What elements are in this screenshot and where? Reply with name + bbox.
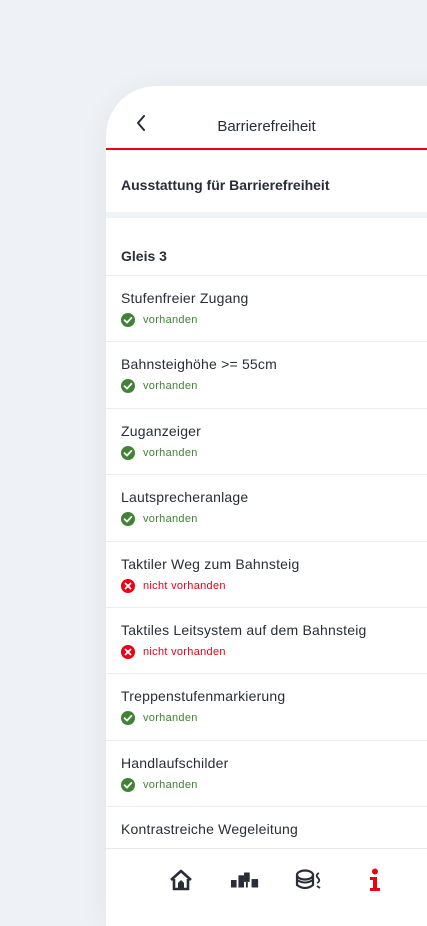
phone-frame: Barrierefreiheit Ausstattung für Barrier… — [106, 86, 427, 926]
info-icon — [370, 868, 380, 891]
item-label: Handlaufschilder — [121, 754, 229, 771]
list-item: Taktiler Weg zum Bahnsteig nicht vorhande… — [106, 542, 427, 608]
section-title: Ausstattung für Barrierefreiheit — [121, 177, 330, 193]
check-circle-icon — [121, 711, 135, 726]
list-item: Treppenstufenmarkierung vorhanden — [106, 674, 427, 741]
item-label: Taktiles Leitsystem auf dem Bahnsteig — [121, 621, 367, 638]
status-text: vorhanden — [143, 778, 198, 791]
item-label: Taktiler Weg zum Bahnsteig — [121, 555, 300, 572]
nav-home-button[interactable] — [166, 865, 196, 895]
list-item: Bahnsteighöhe >= 55cm vorhanden — [106, 342, 427, 409]
check-circle-icon — [121, 379, 135, 394]
home-icon — [170, 869, 192, 891]
item-label: Treppenstufenmarkierung — [121, 688, 286, 705]
item-label: Zuganzeiger — [121, 422, 202, 439]
status-text: vorhanden — [143, 380, 198, 393]
check-circle-icon — [121, 512, 135, 527]
status-text: vorhanden — [143, 712, 198, 725]
status-text: nicht vorhanden — [143, 579, 226, 592]
check-circle-icon — [121, 313, 135, 327]
status-indicator: vorhanden — [121, 711, 427, 726]
check-circle-icon — [121, 445, 135, 460]
status-indicator: vorhanden — [121, 379, 427, 394]
item-label: Lautsprecheranlage — [121, 489, 249, 506]
nav-info-button[interactable] — [360, 865, 390, 895]
page-title: Barrierefreiheit — [217, 118, 316, 135]
app-header: Barrierefreiheit — [106, 86, 427, 150]
status-indicator: vorhanden — [121, 777, 427, 792]
status-text: vorhanden — [143, 446, 198, 459]
item-label: Bahnsteighöhe >= 55cm — [121, 356, 277, 373]
list-item: Handlaufschilder vorhanden — [106, 741, 427, 808]
list-item: Taktiles Leitsystem auf dem Bahnsteig nic… — [106, 608, 427, 675]
status-text: vorhanden — [143, 513, 198, 526]
status-text: vorhanden — [143, 314, 198, 326]
status-indicator: vorhanden — [121, 512, 427, 527]
status-indicator: vorhanden — [121, 313, 427, 327]
status-text: nicht vorhanden — [143, 645, 226, 658]
list-item: Lautsprecheranlage vorhanden — [106, 475, 427, 542]
item-label: Kontrastreiche Wegeleitung — [121, 821, 298, 838]
station-icon — [230, 872, 259, 888]
status-indicator: nicht vorhanden — [121, 644, 427, 659]
cross-circle-icon — [121, 578, 135, 593]
nav-station-button[interactable] — [230, 865, 260, 895]
nav-travel-center-button[interactable] — [294, 865, 324, 895]
status-indicator: vorhanden — [121, 445, 427, 460]
list-item: Zuganzeiger vorhanden — [106, 409, 427, 476]
item-label: Stufenfreier Zugang — [121, 290, 249, 306]
accessibility-list: Stufenfreier Zugang vorhanden Bahnsteighöh… — [106, 276, 427, 874]
status-indicator: nicht vorhanden — [121, 578, 427, 593]
check-circle-icon — [121, 777, 135, 792]
list-item: Stufenfreier Zugang vorhanden — [106, 276, 427, 343]
platform-title: Gleis 3 — [106, 218, 427, 276]
bottom-navigation — [106, 848, 427, 926]
travel-center-icon — [295, 869, 321, 890]
cross-circle-icon — [121, 644, 135, 659]
